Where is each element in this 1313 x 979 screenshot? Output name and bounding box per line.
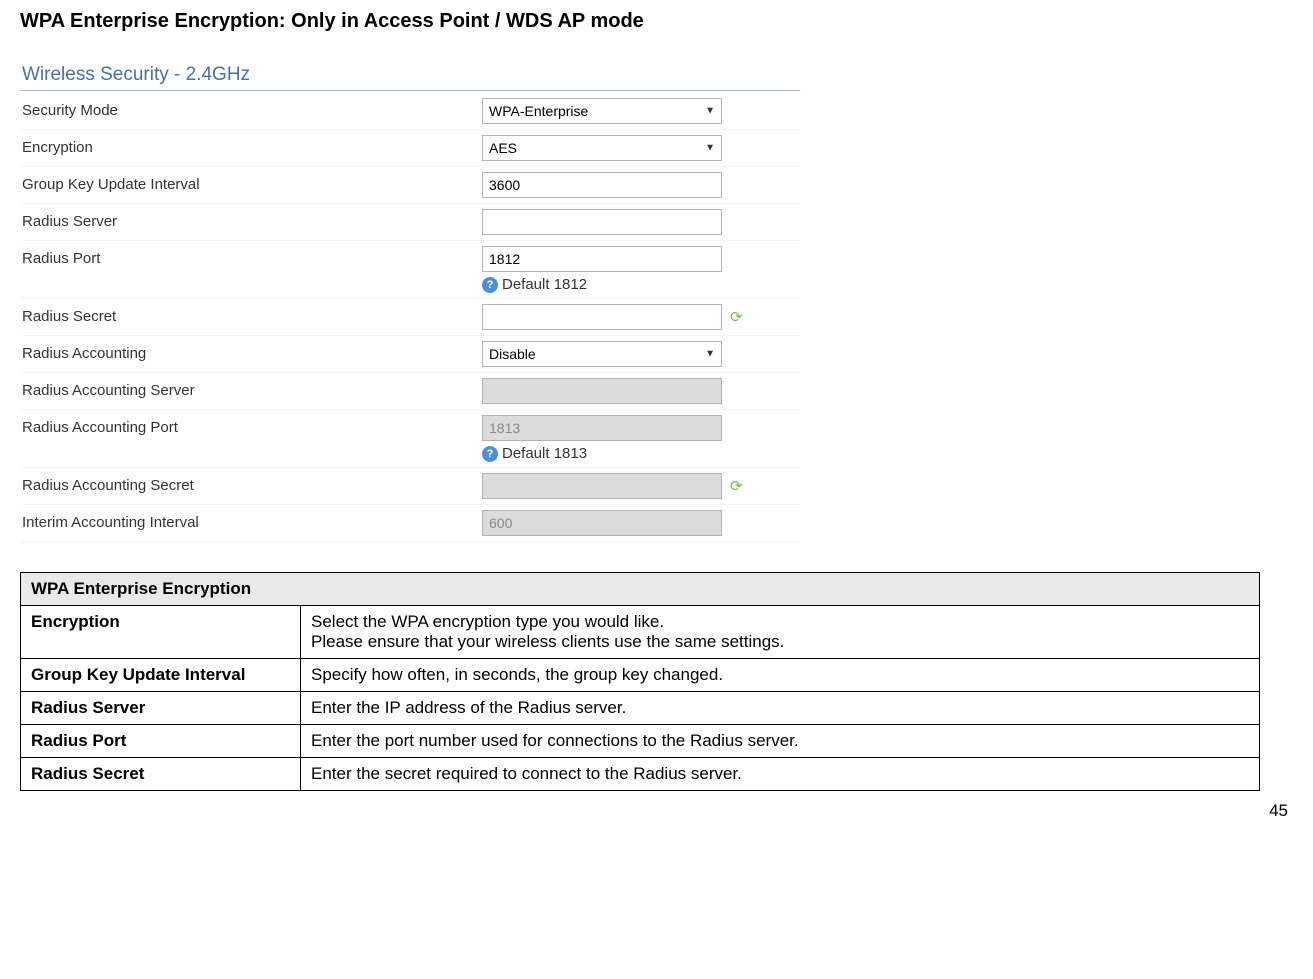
interim-label: Interim Accounting Interval (22, 510, 482, 531)
table-row: Encryption Select the WPA encryption typ… (21, 606, 1260, 659)
desc-label: Radius Port (21, 725, 301, 758)
radius-server-label: Radius Server (22, 209, 482, 230)
security-mode-label: Security Mode (22, 98, 482, 119)
table-row: Radius Server Enter the IP address of th… (21, 692, 1260, 725)
radius-port-label: Radius Port (22, 246, 482, 267)
ra-port-label: Radius Accounting Port (22, 415, 482, 436)
desc-label: Radius Server (21, 692, 301, 725)
desc-text: Enter the IP address of the Radius serve… (301, 692, 1260, 725)
ra-secret-input (482, 473, 722, 499)
interim-input (482, 510, 722, 536)
ra-secret-label: Radius Accounting Secret (22, 473, 482, 494)
refresh-icon[interactable]: ⟳ (730, 477, 743, 495)
desc-text: Specify how often, in seconds, the group… (301, 659, 1260, 692)
ra-server-input (482, 378, 722, 404)
help-icon: ? (482, 277, 498, 293)
radius-port-hint-text: Default 1812 (502, 276, 587, 293)
desc-text: Enter the port number used for connectio… (301, 725, 1260, 758)
desc-label: Encryption (21, 606, 301, 659)
page-title: WPA Enterprise Encryption: Only in Acces… (20, 10, 1293, 33)
gku-interval-label: Group Key Update Interval (22, 172, 482, 193)
description-table: WPA Enterprise Encryption Encryption Sel… (20, 572, 1260, 791)
ra-port-hint-text: Default 1813 (502, 445, 587, 462)
ra-server-label: Radius Accounting Server (22, 378, 482, 399)
panel-title: Wireless Security - 2.4GHz (20, 58, 800, 91)
table-row: Group Key Update Interval Specify how of… (21, 659, 1260, 692)
security-mode-select[interactable]: WPA-Enterprise (482, 98, 722, 124)
ra-port-hint: ? Default 1813 (482, 445, 798, 462)
radius-secret-label: Radius Secret (22, 304, 482, 325)
radius-accounting-label: Radius Accounting (22, 341, 482, 362)
table-row: Radius Secret Enter the secret required … (21, 758, 1260, 791)
desc-text: Select the WPA encryption type you would… (301, 606, 1260, 659)
radius-accounting-select[interactable]: Disable (482, 341, 722, 367)
page-number: 45 (20, 801, 1293, 821)
radius-server-input[interactable] (482, 209, 722, 235)
help-icon: ? (482, 446, 498, 462)
table-row: Radius Port Enter the port number used f… (21, 725, 1260, 758)
encryption-label: Encryption (22, 135, 482, 156)
radius-port-hint: ? Default 1812 (482, 276, 798, 293)
ra-port-input (482, 415, 722, 441)
radius-port-input[interactable] (482, 246, 722, 272)
encryption-select[interactable]: AES (482, 135, 722, 161)
refresh-icon[interactable]: ⟳ (730, 308, 743, 326)
desc-table-header: WPA Enterprise Encryption (21, 573, 1260, 606)
desc-text: Enter the secret required to connect to … (301, 758, 1260, 791)
desc-label: Group Key Update Interval (21, 659, 301, 692)
radius-secret-input[interactable] (482, 304, 722, 330)
wireless-security-panel: Wireless Security - 2.4GHz Security Mode… (20, 58, 800, 542)
gku-interval-input[interactable] (482, 172, 722, 198)
desc-label: Radius Secret (21, 758, 301, 791)
